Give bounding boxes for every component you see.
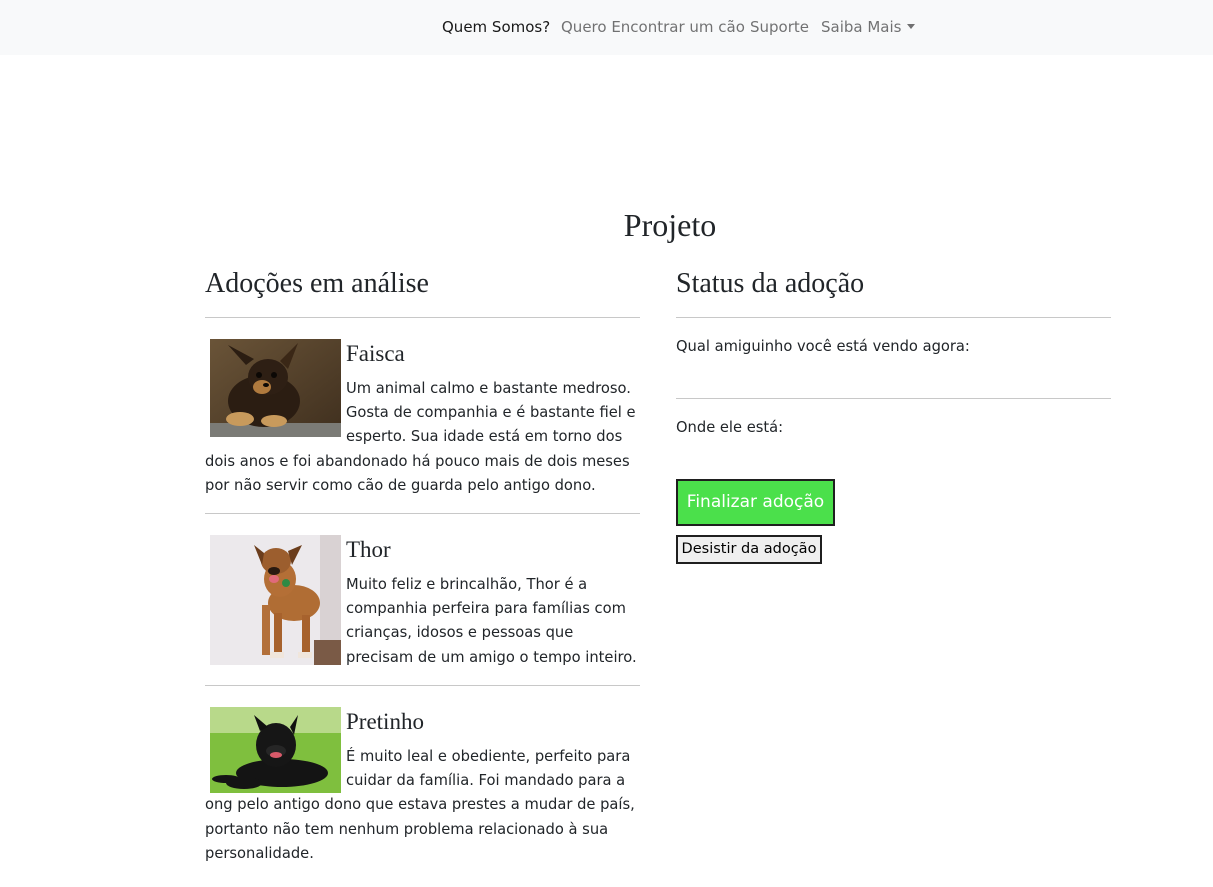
nav-dropdown-saiba-mais[interactable]: Saiba Mais (821, 17, 916, 37)
adoptions-column: Adoções em análise Faisca Um animal calm… (205, 264, 640, 862)
page-title: Projeto (623, 207, 717, 243)
current-dog-label: Qual amiguinho você está vendo agora: (676, 338, 970, 355)
caret-down-icon (907, 24, 916, 29)
navbar: Quem Somos? Quero Encontrar um cão Supor… (0, 0, 1213, 55)
dog-photo-thor (210, 535, 341, 665)
divider (205, 513, 640, 514)
status-heading: Status da adoção (676, 268, 865, 299)
divider (676, 317, 1111, 318)
nav-link-saiba-mais-label: Saiba Mais (821, 18, 902, 36)
divider (205, 685, 640, 686)
finalize-adoption-button[interactable]: Finalizar adoção (676, 479, 835, 526)
adoptions-heading: Adoções em análise (205, 268, 429, 299)
nav-link-suporte[interactable]: Suporte (750, 17, 809, 37)
dog-photo-faisca (210, 339, 341, 437)
list-item-faisca[interactable]: Faisca Um animal calmo e bastante medros… (205, 339, 640, 498)
nav-link-quem-somos[interactable]: Quem Somos? (442, 17, 550, 37)
location-label: Onde ele está: (676, 419, 784, 436)
divider (676, 398, 1111, 399)
list-item-pretinho[interactable]: Pretinho É muito leal e obediente, perfe… (205, 707, 640, 866)
quit-adoption-button[interactable]: Desistir da adoção (676, 535, 822, 564)
dog-photo-pretinho (210, 707, 341, 793)
list-item-thor[interactable]: Thor Muito feliz e brincalhão, Thor é a … (205, 535, 640, 670)
nav-link-quero-encontrar[interactable]: Quero Encontrar um cão (561, 17, 745, 37)
divider (205, 317, 640, 318)
status-column: Status da adoção Qual amiguinho você est… (676, 264, 1111, 564)
